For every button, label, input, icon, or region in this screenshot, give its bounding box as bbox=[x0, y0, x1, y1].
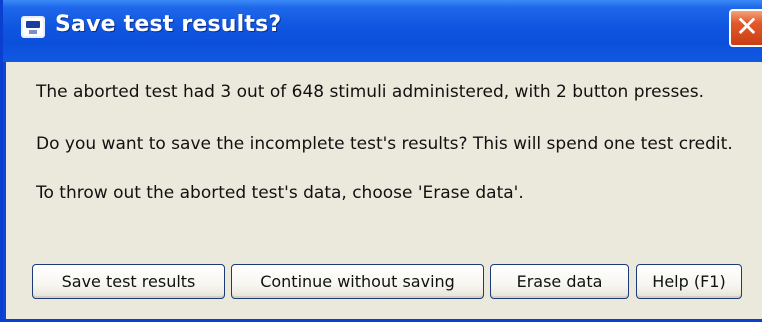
dialog-body: The aborted test had 3 out of 648 stimul… bbox=[6, 62, 762, 319]
app-window-icon bbox=[21, 16, 45, 38]
message-stimuli-summary: The aborted test had 3 out of 648 stimul… bbox=[36, 82, 705, 102]
message-save-prompt: Do you want to save the incomplete test'… bbox=[36, 134, 733, 154]
save-test-results-dialog: Save test results? ✕ The aborted test ha… bbox=[0, 0, 762, 322]
help-button[interactable]: Help (F1) bbox=[636, 264, 742, 299]
dialog-title: Save test results? bbox=[55, 12, 282, 37]
save-test-results-button[interactable]: Save test results bbox=[32, 264, 225, 299]
message-erase-hint: To throw out the aborted test's data, ch… bbox=[36, 183, 524, 203]
erase-data-button[interactable]: Erase data bbox=[490, 264, 629, 299]
close-icon: ✕ bbox=[735, 10, 759, 43]
title-bar[interactable]: Save test results? ✕ bbox=[3, 0, 762, 62]
continue-without-saving-button[interactable]: Continue without saving bbox=[231, 264, 484, 299]
close-button[interactable]: ✕ bbox=[729, 9, 762, 47]
